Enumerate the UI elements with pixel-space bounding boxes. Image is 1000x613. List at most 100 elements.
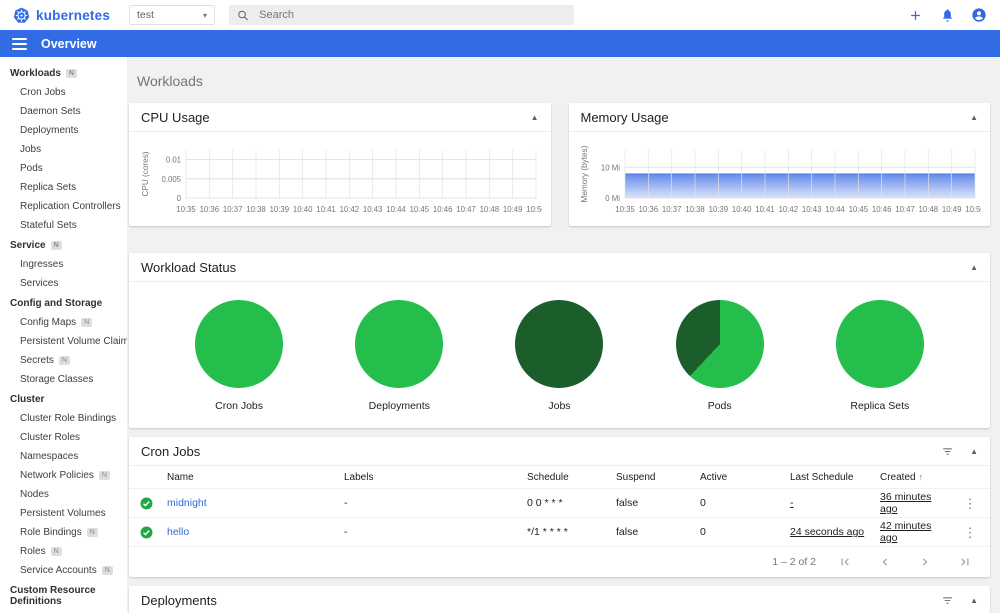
filter-icon[interactable] <box>941 445 954 458</box>
workload-pie-pods: Pods <box>675 300 764 412</box>
cron-jobs-title: Cron Jobs <box>141 443 201 459</box>
column-header[interactable]: Labels <box>344 470 527 485</box>
svg-text:10:48: 10:48 <box>919 205 939 214</box>
column-header[interactable]: Schedule <box>527 470 616 485</box>
sidebar-section-custom-resource-definitions: Custom Resource Definitions <box>10 585 96 607</box>
pagination-range: 1 – 2 of 2 <box>772 556 816 568</box>
search-icon <box>238 10 248 20</box>
search-input[interactable] <box>259 9 566 21</box>
sidebar-item-services[interactable]: Services <box>0 274 127 293</box>
svg-text:0.01: 0.01 <box>166 156 181 165</box>
row-actions-kebab-icon[interactable]: ⋮ <box>954 524 990 541</box>
svg-text:10:46: 10:46 <box>872 205 892 214</box>
column-header[interactable]: Created ↑ <box>880 470 954 485</box>
namespaced-badge: N <box>98 471 110 480</box>
cron-job-last-schedule: - <box>790 497 794 509</box>
collapse-caret-icon[interactable]: ▲ <box>970 596 978 605</box>
sidebar-item-config-maps[interactable]: Config Maps N <box>0 313 127 332</box>
sidebar-item-cron-jobs[interactable]: Cron Jobs <box>0 83 127 102</box>
last-page-icon[interactable] <box>958 555 972 569</box>
column-header[interactable]: Last Schedule <box>790 470 880 485</box>
cron-job-active: 0 <box>700 497 706 509</box>
cron-job-name[interactable]: hello <box>167 524 344 540</box>
namespaced-badge: N <box>65 69 77 78</box>
cron-job-active: 0 <box>700 526 706 538</box>
next-page-icon[interactable] <box>918 555 932 569</box>
kubernetes-logo: kubernetes <box>12 6 127 25</box>
svg-text:10:35: 10:35 <box>615 205 635 214</box>
sidebar-item-persistent-volume-claims[interactable]: Persistent Volume ClaimsN <box>0 332 127 351</box>
sidebar-item-jobs[interactable]: Jobs <box>0 140 127 159</box>
cron-job-name[interactable]: midnight <box>167 495 344 511</box>
sidebar-item-stateful-sets[interactable]: Stateful Sets <box>0 216 127 235</box>
row-actions-kebab-icon[interactable]: ⋮ <box>954 495 990 512</box>
svg-text:10:50: 10:50 <box>965 205 981 214</box>
cpu-usage-chart: 10:35 10:36 10:37 10:38 10:39 10:40 10:41 10:42… <box>141 150 542 214</box>
search-bar[interactable] <box>229 5 574 25</box>
svg-text:10:49: 10:49 <box>942 205 962 214</box>
cron-job-schedule: 0 0 * * * <box>527 497 563 509</box>
workload-status-title: Workload Status <box>141 259 237 275</box>
sidebar-section-cluster: Cluster <box>10 394 45 405</box>
pie-chart <box>515 300 604 388</box>
sidebar-item-role-bindings[interactable]: Role Bindings N <box>0 523 127 542</box>
svg-text:10:37: 10:37 <box>223 205 243 214</box>
sidebar-item-daemon-sets[interactable]: Daemon Sets <box>0 102 127 121</box>
filter-icon[interactable] <box>941 594 954 607</box>
column-header[interactable]: Name <box>167 470 344 485</box>
deployments-card: Deployments ▲ NameLabelsPodsCreated↑Imag… <box>129 586 990 613</box>
sidebar-item-ingresses[interactable]: Ingresses <box>0 255 127 274</box>
y-axis-label: Memory (bytes) <box>580 145 589 202</box>
svg-text:0 Mi: 0 Mi <box>606 194 621 203</box>
svg-text:10:39: 10:39 <box>709 205 729 214</box>
cron-job-row: hello - */1 * * * * false 0 24 seconds a… <box>129 518 990 547</box>
collapse-caret-icon[interactable]: ▲ <box>970 447 978 456</box>
cron-job-labels: - <box>344 526 348 538</box>
sidebar-item-persistent-volumes[interactable]: Persistent Volumes <box>0 504 127 523</box>
sidebar-item-cluster-role-bindings[interactable]: Cluster Role Bindings <box>0 409 127 428</box>
column-header[interactable]: Active <box>700 470 790 485</box>
svg-text:10:38: 10:38 <box>685 205 705 214</box>
collapse-caret-icon[interactable]: ▲ <box>970 113 978 122</box>
sidebar-item-replication-controllers[interactable]: Replication Controllers <box>0 197 127 216</box>
first-page-icon[interactable] <box>838 555 852 569</box>
cron-job-last-schedule: 24 seconds ago <box>790 526 865 538</box>
pie-label: Pods <box>707 400 732 412</box>
namespaced-badge: N <box>86 528 98 537</box>
prev-page-icon[interactable] <box>878 555 892 569</box>
deployments-title: Deployments <box>141 592 217 608</box>
svg-text:10:41: 10:41 <box>316 205 336 214</box>
logo-text: kubernetes <box>36 7 111 23</box>
add-resource-button[interactable] <box>906 6 924 24</box>
memory-usage-chart: 10:35 10:36 10:37 10:38 10:39 10:40 10:41 10:42… <box>580 145 981 214</box>
sidebar-item-nodes[interactable]: Nodes <box>0 485 127 504</box>
sidebar-item-storage-classes[interactable]: Storage Classes <box>0 370 127 389</box>
cron-jobs-pagination: 1 – 2 of 2 <box>129 547 990 577</box>
sidebar-item-service-accounts[interactable]: Service Accounts N <box>0 561 127 580</box>
namespaced-badge: N <box>50 547 62 556</box>
sidebar-item-replica-sets[interactable]: Replica Sets <box>0 178 127 197</box>
sidebar-item-namespaces[interactable]: Namespaces <box>0 447 127 466</box>
menu-hamburger-icon[interactable] <box>12 37 27 50</box>
pie-label: Jobs <box>548 400 571 412</box>
collapse-caret-icon[interactable]: ▲ <box>531 113 539 122</box>
svg-text:10:36: 10:36 <box>199 205 219 214</box>
status-ok-icon <box>140 526 152 538</box>
svg-text:10 Mi: 10 Mi <box>601 163 620 172</box>
sidebar-item-roles[interactable]: Roles N <box>0 542 127 561</box>
sidebar-item-network-policies[interactable]: Network Policies N <box>0 466 127 485</box>
user-account-icon[interactable] <box>970 6 988 24</box>
pie-chart <box>355 300 444 388</box>
pie-label: Cron Jobs <box>215 400 264 412</box>
sidebar-item-pods[interactable]: Pods <box>0 159 127 178</box>
sidebar-item-deployments[interactable]: Deployments <box>0 121 127 140</box>
namespace-selector[interactable]: test ▾ <box>129 5 215 25</box>
namespaced-badge: N <box>81 318 93 327</box>
page-title: Workloads <box>137 73 203 89</box>
sidebar-item-secrets[interactable]: Secrets N <box>0 351 127 370</box>
svg-text:10:35: 10:35 <box>176 205 196 214</box>
sidebar-item-cluster-roles[interactable]: Cluster Roles <box>0 428 127 447</box>
column-header[interactable]: Suspend <box>616 470 700 485</box>
collapse-caret-icon[interactable]: ▲ <box>970 263 978 272</box>
notifications-bell-icon[interactable] <box>938 6 956 24</box>
